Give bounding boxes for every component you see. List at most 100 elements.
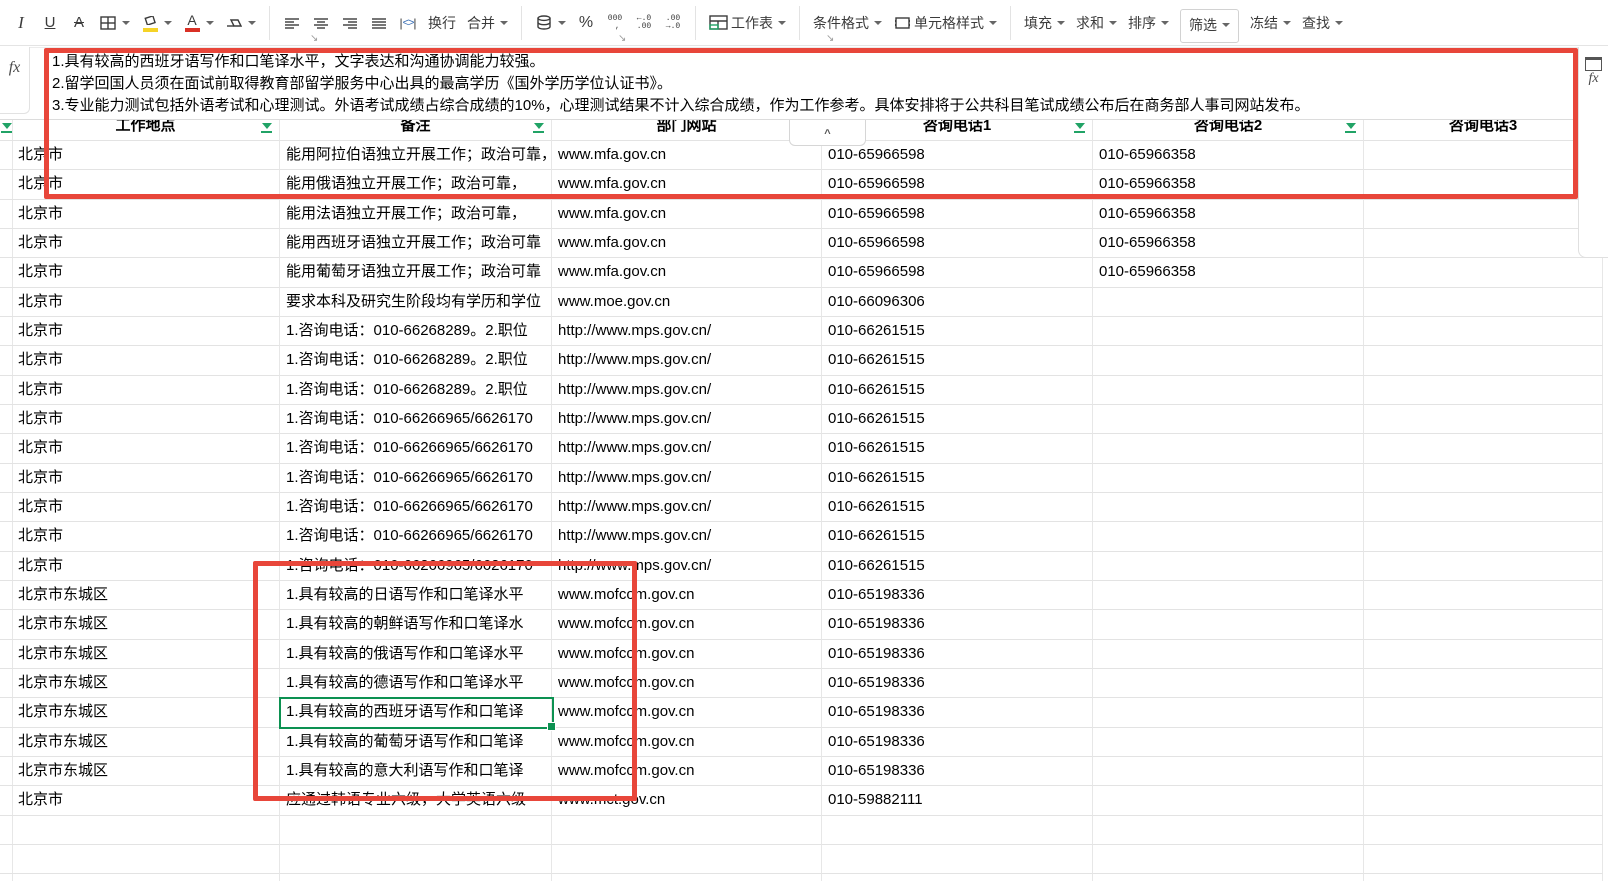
cell-tel3[interactable]	[1364, 522, 1603, 551]
cell-tel2[interactable]	[1093, 786, 1364, 815]
cell-note[interactable]: 要求本科及研究生阶段均有学历和学位	[280, 288, 552, 317]
cell-website[interactable]: www.moe.gov.cn	[552, 288, 822, 317]
cell-website[interactable]	[552, 816, 822, 845]
cell-location[interactable]	[12, 874, 280, 881]
cell-location[interactable]: 北京市	[12, 229, 280, 258]
cell-location[interactable]: 北京市	[12, 376, 280, 405]
cell-tel1[interactable]	[822, 874, 1093, 881]
cell-tel3[interactable]	[1364, 200, 1603, 229]
cell-tel2[interactable]	[1093, 434, 1364, 463]
cell-website[interactable]	[552, 874, 822, 881]
toolbar-merge-cells-button[interactable]: 合并	[467, 13, 508, 33]
cell-tel1[interactable]: 010-66261515	[822, 464, 1093, 493]
toolbar-font-color-icon[interactable]: A	[183, 12, 214, 34]
dialog-launcher-icon[interactable]: ↘	[618, 33, 626, 44]
cell-note[interactable]: 1.咨询电话：010-66266965/6626170	[280, 464, 552, 493]
cell-location[interactable]	[12, 845, 280, 874]
cell-location[interactable]: 北京市东城区	[12, 640, 280, 669]
cell-tel2[interactable]	[1093, 610, 1364, 639]
cell-tel3[interactable]	[1364, 464, 1603, 493]
cell-location[interactable]: 北京市	[12, 552, 280, 581]
cell-tel1[interactable]: 010-66261515	[822, 522, 1093, 551]
cell-tel2[interactable]	[1093, 581, 1364, 610]
cell-tel3[interactable]	[1364, 786, 1603, 815]
cell-tel1[interactable]	[822, 816, 1093, 845]
cell-tel1[interactable]: 010-66261515	[822, 346, 1093, 375]
cell-tel2[interactable]	[1093, 376, 1364, 405]
cell-note[interactable]	[280, 816, 552, 845]
cell-tel2[interactable]: 010-65966358	[1093, 200, 1364, 229]
cell-location[interactable]: 北京市	[12, 522, 280, 551]
cell-tel1[interactable]: 010-65966598	[822, 258, 1093, 287]
cell-tel2[interactable]	[1093, 757, 1364, 786]
cell-tel3[interactable]	[1364, 405, 1603, 434]
cell-tel1[interactable]: 010-66261515	[822, 317, 1093, 346]
toolbar-comma-style-icon[interactable]: 000 ,	[606, 12, 624, 34]
cell-location[interactable]: 北京市	[12, 200, 280, 229]
cell-tel2[interactable]	[1093, 317, 1364, 346]
cell-tel3[interactable]	[1364, 845, 1603, 874]
dialog-launcher-icon[interactable]: ↘	[826, 33, 834, 44]
toolbar-freeze-button[interactable]: 冻结	[1250, 13, 1291, 33]
cell-note[interactable]	[280, 845, 552, 874]
toolbar-align-left-icon[interactable]	[283, 12, 301, 34]
cell-tel2[interactable]: 010-65966358	[1093, 229, 1364, 258]
cell-website[interactable]: www.mfa.gov.cn	[552, 258, 822, 287]
cell-location[interactable]: 北京市	[12, 493, 280, 522]
toolbar-underline-icon[interactable]: U	[41, 12, 59, 34]
cell-tel1[interactable]: 010-65966598	[822, 200, 1093, 229]
cell-note[interactable]: 能用西班牙语独立开展工作；政治可靠	[280, 229, 552, 258]
cell-note[interactable]: 1.咨询电话：010-66266965/6626170	[280, 405, 552, 434]
cell-note[interactable]: 1.咨询电话：010-66266965/6626170	[280, 434, 552, 463]
cell-note[interactable]	[280, 874, 552, 881]
cell-location[interactable]: 北京市	[12, 346, 280, 375]
dialog-launcher-icon[interactable]: ↘	[310, 33, 318, 44]
toolbar-filter-button[interactable]: 筛选	[1180, 9, 1239, 43]
cell-tel1[interactable]: 010-65966598	[822, 229, 1093, 258]
toolbar-align-justify-icon[interactable]	[370, 12, 388, 34]
cell-tel1[interactable]	[822, 845, 1093, 874]
filter-dropdown-icon[interactable]	[1, 120, 14, 133]
cell-tel3[interactable]	[1364, 640, 1603, 669]
cell-tel1[interactable]: 010-65198336	[822, 610, 1093, 639]
toolbar-sum-button[interactable]: 求和	[1076, 13, 1117, 33]
cell-tel2[interactable]	[1093, 640, 1364, 669]
cell-location[interactable]	[12, 816, 280, 845]
toolbar-percent-style-icon[interactable]: %	[577, 12, 595, 34]
cell-tel3[interactable]	[1364, 728, 1603, 757]
cell-website[interactable]: http://www.mps.gov.cn/	[552, 522, 822, 551]
cell-tel2[interactable]: 010-65966358	[1093, 258, 1364, 287]
cell-tel1[interactable]: 010-66261515	[822, 405, 1093, 434]
cell-location[interactable]: 北京市东城区	[12, 757, 280, 786]
cell-tel1[interactable]: 010-65198336	[822, 728, 1093, 757]
cell-tel2[interactable]	[1093, 493, 1364, 522]
cell-tel3[interactable]	[1364, 376, 1603, 405]
cell-tel3[interactable]	[1364, 229, 1603, 258]
cell-location[interactable]: 北京市东城区	[12, 669, 280, 698]
toolbar-decrease-decimal-icon[interactable]: ←.0 .00	[635, 12, 653, 34]
cell-tel1[interactable]: 010-65198336	[822, 669, 1093, 698]
cell-tel1[interactable]: 010-59882111	[822, 786, 1093, 815]
toolbar-fill-button[interactable]: 填充	[1024, 13, 1065, 33]
cell-location[interactable]: 北京市	[12, 288, 280, 317]
toolbar-worksheet-icon[interactable]: 工作表	[709, 12, 786, 34]
toolbar-borders-icon[interactable]	[99, 12, 130, 34]
cell-tel3[interactable]	[1364, 258, 1603, 287]
cell-tel2[interactable]	[1093, 698, 1364, 727]
cell-tel3[interactable]	[1364, 317, 1603, 346]
cell-tel2[interactable]	[1093, 522, 1364, 551]
cell-note[interactable]: 1.咨询电话：010-66268289。2.职位	[280, 376, 552, 405]
cell-tel3[interactable]	[1364, 757, 1603, 786]
cell-tel3[interactable]	[1364, 581, 1603, 610]
cell-tel3[interactable]	[1364, 874, 1603, 881]
toolbar-sort-button[interactable]: 排序	[1128, 13, 1169, 33]
cell-location[interactable]: 北京市东城区	[12, 728, 280, 757]
cell-tel2[interactable]	[1093, 874, 1364, 881]
toolbar-text-direction-icon[interactable]: |<>|	[399, 12, 417, 34]
cell-note[interactable]: 1.咨询电话：010-66268289。2.职位	[280, 346, 552, 375]
cell-website[interactable]: http://www.mps.gov.cn/	[552, 317, 822, 346]
cell-tel3[interactable]	[1364, 288, 1603, 317]
toolbar-increase-decimal-icon[interactable]: .00 →.0	[664, 12, 682, 34]
toolbar-wrap-text-button[interactable]: 换行	[428, 13, 456, 33]
cell-tel2[interactable]	[1093, 816, 1364, 845]
